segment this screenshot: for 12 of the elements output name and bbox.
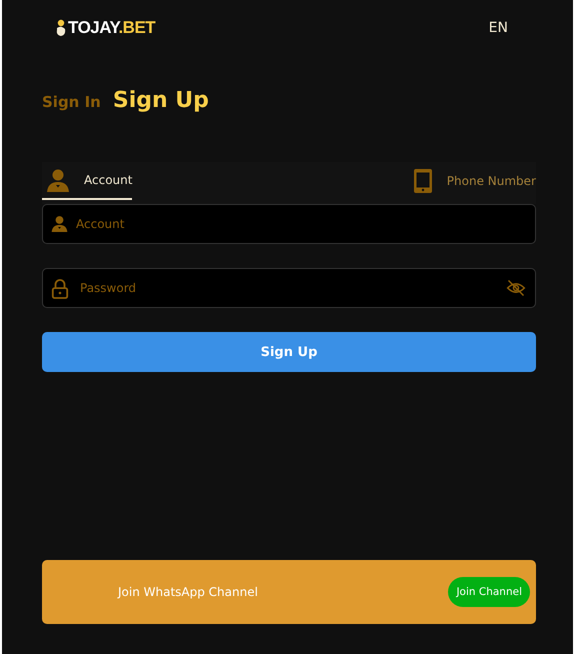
method-tab[interactable]: Account	[42, 162, 132, 200]
auth-tab[interactable]: Sign Up	[112, 88, 209, 113]
eye-off-icon[interactable]	[506, 278, 526, 298]
input-field[interactable]: Password	[42, 268, 536, 308]
input-field[interactable]: Account	[42, 204, 536, 244]
logo[interactable]: TOJAY.BET	[68, 18, 156, 38]
phone-icon	[412, 168, 433, 194]
language-button[interactable]: EN	[488, 20, 508, 36]
person-icon	[46, 168, 70, 192]
method-tab[interactable]: Phone Number	[408, 162, 536, 202]
logo-icon	[55, 19, 67, 37]
banner-text: Join WhatsApp Channel	[118, 585, 258, 599]
